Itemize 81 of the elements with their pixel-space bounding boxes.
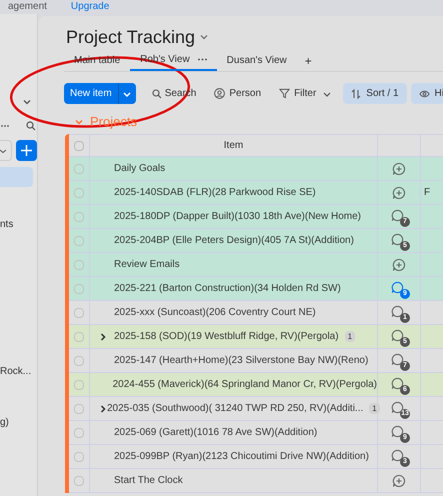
more-icon[interactable] — [198, 58, 207, 61]
row-checkbox[interactable] — [74, 404, 84, 414]
row-checkbox[interactable] — [74, 164, 84, 174]
subitem-count: 1 — [369, 403, 380, 414]
expand-chevron-icon[interactable] — [100, 404, 107, 412]
chevron-down-icon[interactable] — [199, 32, 210, 42]
board-title: Project Tracking — [66, 26, 196, 48]
person-button[interactable]: Person — [214, 86, 262, 101]
row-checkbox[interactable] — [74, 212, 84, 222]
table-row[interactable]: 2025-140SDAB (FLR)(28 Parkwood Rise SE) F — [69, 181, 443, 205]
hide-button[interactable]: Hi — [410, 83, 443, 104]
workspace-label: agement — [8, 1, 47, 13]
row-checkbox[interactable] — [74, 428, 84, 438]
sort-icon[interactable] — [351, 88, 362, 98]
add-comment-icon[interactable] — [392, 258, 406, 272]
chevron-down-icon[interactable] — [22, 97, 32, 107]
row-checkbox[interactable] — [74, 260, 84, 270]
comment-icon[interactable] — [391, 280, 404, 294]
row-checkbox[interactable] — [74, 188, 84, 198]
table-row[interactable]: Daily Goals — [69, 157, 443, 181]
chevron-down-icon[interactable] — [123, 90, 132, 98]
item-name[interactable]: 2025-204BP (Elle Peters Design)(405 7A St)(Addition) — [114, 233, 354, 248]
row-checkbox[interactable] — [74, 332, 84, 342]
comment-icon[interactable] — [391, 352, 404, 366]
row-checkbox[interactable] — [74, 380, 84, 390]
eye-icon[interactable] — [418, 90, 430, 98]
comment-icon[interactable] — [391, 328, 404, 342]
row-checkbox[interactable] — [74, 236, 84, 246]
item-name[interactable]: Daily Goals — [114, 161, 166, 176]
item-name[interactable]: 2025-158 (SOD)(19 Westbluff Ridge, RV)(Pergola) — [114, 329, 339, 344]
sidebar-item[interactable]: nts — [0, 217, 37, 232]
table-row[interactable]: Start The Clock — [69, 469, 443, 493]
row-checkbox[interactable] — [74, 356, 84, 366]
add-button[interactable] — [16, 140, 37, 161]
comment-icon[interactable] — [391, 376, 404, 390]
sidebar-item[interactable]: g) — [0, 415, 37, 430]
item-name[interactable]: 2025-140SDAB (FLR)(28 Parkwood Rise SE) — [114, 185, 316, 200]
expand-chevron-icon[interactable] — [100, 332, 107, 340]
row-checkbox[interactable] — [74, 452, 84, 462]
add-comment-icon[interactable] — [392, 162, 406, 176]
table-row[interactable]: Review Emails — [69, 253, 443, 277]
row-checkbox[interactable] — [74, 284, 84, 294]
column-header: Item — [90, 135, 378, 156]
item-name[interactable]: Start The Clock — [114, 473, 183, 488]
person-icon[interactable] — [214, 88, 226, 99]
filter-dropdown[interactable] — [0, 140, 12, 161]
view-tab[interactable]: Dusan's View — [216, 50, 297, 71]
item-name[interactable]: 2025-221 (Barton Construction)(34 Holden Rd SW) — [114, 281, 341, 296]
filter-button[interactable]: Filter — [279, 86, 332, 101]
item-name[interactable]: 2025-099BP (Ryan)(2123 Chicoutimi Drive NW)(Addition) — [114, 449, 369, 464]
item-name[interactable]: 2024-455 (Maverick)(64 Springland Manor Cr, RV)(Pergola) — [112, 377, 377, 392]
filter-icon[interactable] — [279, 88, 290, 99]
chevron-down-icon[interactable] — [0, 148, 6, 154]
table-cell-text: F — [424, 186, 430, 200]
search-icon[interactable] — [152, 88, 162, 98]
chevron-down-icon[interactable] — [323, 90, 332, 98]
chevron-down-icon[interactable] — [74, 117, 84, 127]
comment-icon[interactable] — [391, 208, 404, 222]
add-view-button[interactable]: + — [296, 50, 320, 71]
item-name[interactable]: 2025-147 (Hearth+Home)(23 Silverstone Bay NW)(Reno) — [114, 353, 368, 368]
add-comment-icon[interactable] — [392, 186, 406, 200]
sort-button[interactable]: Sort / 1 — [343, 83, 407, 104]
more-icon[interactable] — [1, 124, 9, 128]
comment-icon[interactable] — [391, 304, 404, 318]
item-name[interactable]: 2025-xxx (Suncoast)(206 Coventry Court NE) — [114, 305, 316, 320]
sidebar-item[interactable]: Rock... — [0, 364, 37, 379]
search-icon[interactable] — [26, 121, 36, 131]
plus-icon[interactable] — [21, 145, 32, 156]
select-all-checkbox[interactable] — [74, 140, 84, 150]
subitem-count: 1 — [344, 331, 356, 342]
new-item-button[interactable]: New item — [64, 83, 136, 104]
item-name[interactable]: 2025-035 (Southwood)( 31240 TWP RD 250, RV)(Additi... — [107, 401, 364, 416]
comment-icon[interactable] — [391, 232, 404, 246]
comment-icon[interactable] — [391, 424, 404, 438]
add-comment-icon[interactable] — [392, 474, 406, 488]
comment-icon[interactable] — [391, 448, 404, 462]
item-name[interactable]: Review Emails — [114, 257, 180, 272]
item-name[interactable]: 2025-069 (Garett)(1016 78 Ave SW)(Addition) — [114, 425, 318, 440]
item-name[interactable]: 2025-180DP (Dapper Built)(1030 18th Ave)(New Home) — [114, 209, 361, 224]
row-checkbox[interactable] — [74, 308, 84, 318]
row-checkbox[interactable] — [74, 476, 84, 486]
